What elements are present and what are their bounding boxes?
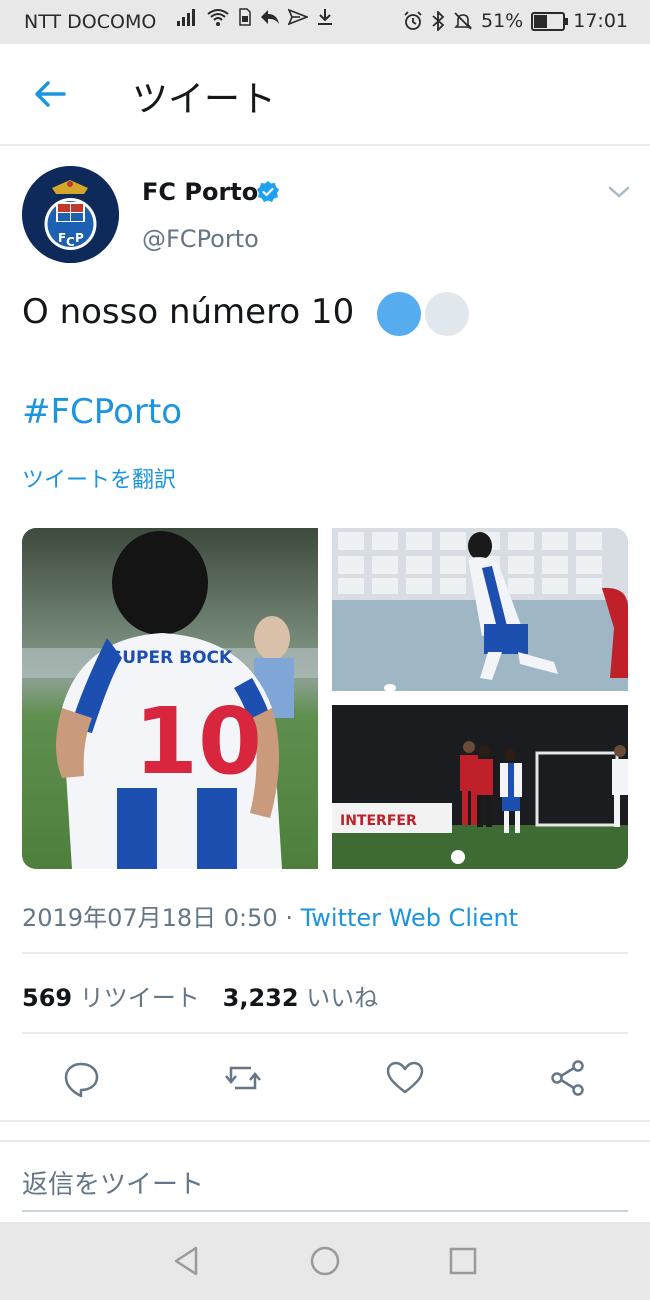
tweet-photo-3[interactable]: INTERFER [332,705,628,869]
tweet-photo-1[interactable]: SUPER BOCK 10 [22,528,318,869]
author-name[interactable]: FC Porto [142,178,258,206]
system-nav-bar [0,1222,650,1300]
status-bar: NTT DOCOMO 51% 17:01 [0,0,650,44]
tweet-photo-2[interactable] [332,528,628,691]
divider [22,952,628,954]
shirt-number: 10 [134,688,262,795]
battery-percent: 51% [481,10,524,32]
tweet-stats: 569 リツイート 3,232 いいね [22,978,378,1013]
reply-icon[interactable] [61,1058,101,1098]
app-bar: ツイート [0,44,650,146]
retweet-icon[interactable] [223,1058,263,1098]
like-icon[interactable] [385,1058,425,1098]
section-gap [0,1120,650,1142]
like-count[interactable]: 3,232 [223,984,299,1012]
svg-text:P: P [75,231,84,245]
home-circle-icon[interactable] [308,1244,342,1278]
battery-icon [531,11,569,31]
clock: 17:01 [573,10,628,32]
signal-icon [177,9,195,26]
carrier-label: NTT DOCOMO [24,11,157,33]
share-icon[interactable] [548,1058,588,1098]
sim-icon [239,8,251,26]
reply-input-underline [22,1210,628,1212]
tweet-timestamp-line: 2019年07月18日 0:50 · Twitter Web Client [22,898,518,933]
arrow-left-icon[interactable] [28,72,72,116]
retweet-count[interactable]: 569 [22,984,72,1012]
like-label[interactable]: いいね [306,984,378,1012]
download-icon [318,9,332,25]
page-title: ツイート [132,79,277,120]
back-triangle-icon[interactable] [170,1244,204,1278]
svg-text:C: C [66,235,75,249]
send-notification-icon [288,8,308,26]
ad-board-text: INTERFER [340,813,417,829]
mute-icon [454,12,472,30]
translate-tweet-link[interactable]: ツイートを翻訳 [22,462,176,494]
tweet-client-link[interactable]: Twitter Web Client [301,904,519,932]
recents-square-icon[interactable] [446,1244,480,1278]
meta-separator: · [277,904,301,932]
alarm-icon [404,11,422,30]
tweet-actions [0,1050,650,1106]
tweet-date: 2019年07月18日 0:50 [22,904,278,932]
retweet-label[interactable]: リツイート [80,984,200,1012]
tweet-text: O nosso número 10 [22,292,355,332]
shirt-sponsor-text: SUPER BOCK [110,648,233,668]
reply-input[interactable]: 返信をツイート [22,1164,204,1201]
avatar[interactable]: F C P [22,166,119,263]
divider [22,1032,628,1034]
verified-badge-icon [257,181,279,202]
wifi-icon [207,9,229,26]
blue-circle-emoji [377,292,421,336]
battery-level [534,14,548,28]
author-handle[interactable]: @FCPorto [142,225,259,253]
white-circle-emoji [425,292,469,336]
fc-porto-crest-icon: F C P [22,166,119,263]
hashtag-link[interactable]: #FCPorto [22,392,182,432]
svg-text:F: F [58,231,66,245]
reply-notification-icon [261,10,279,24]
chevron-down-icon[interactable] [606,182,632,202]
bluetooth-icon [432,11,445,31]
